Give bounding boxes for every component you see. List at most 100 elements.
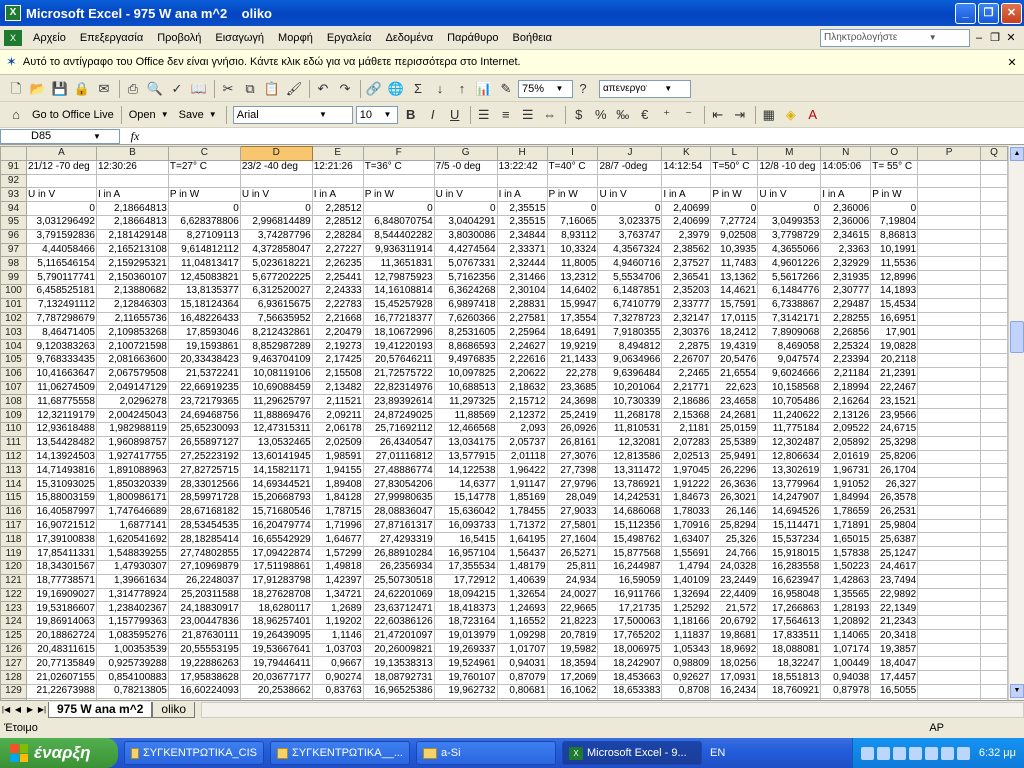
cell[interactable]: 1,64677 xyxy=(311,532,364,548)
cell[interactable]: 24,2681 xyxy=(710,408,759,423)
cell[interactable]: 1,70916 xyxy=(661,518,712,534)
cell[interactable]: 7,16065 xyxy=(546,214,599,230)
cell[interactable]: 16,20479774 xyxy=(239,518,313,534)
cell[interactable] xyxy=(979,256,1008,272)
column-header-m[interactable]: M xyxy=(757,146,822,161)
cell[interactable] xyxy=(917,490,981,506)
cell[interactable] xyxy=(917,173,981,189)
save-button[interactable]: Save ▼ xyxy=(175,105,223,125)
cell[interactable]: 27,82725715 xyxy=(167,463,241,479)
cell[interactable] xyxy=(496,173,548,189)
cell[interactable]: 8,494812 xyxy=(597,339,663,354)
cell[interactable]: 3,0404291 xyxy=(433,214,498,230)
cell[interactable]: 0 xyxy=(870,201,919,216)
cell[interactable]: 0 xyxy=(167,201,241,216)
cell[interactable]: 25,8294 xyxy=(710,518,759,534)
cell[interactable]: 17,72912 xyxy=(433,573,498,589)
cell[interactable]: 2,30104 xyxy=(496,283,548,299)
cell[interactable]: 18,32247 xyxy=(757,656,822,672)
cell[interactable] xyxy=(979,601,1008,617)
column-header-n[interactable]: N xyxy=(820,146,872,161)
cell[interactable]: 24,934 xyxy=(546,573,599,589)
cell[interactable]: U in V xyxy=(25,187,97,203)
cell[interactable]: 2,28512 xyxy=(311,214,364,230)
scroll-thumb[interactable] xyxy=(1010,321,1024,353)
cell[interactable]: 18,006975 xyxy=(597,642,663,658)
name-box[interactable]: D85 ▼ xyxy=(0,128,120,144)
drawing-icon[interactable]: ✎ xyxy=(496,79,516,99)
cell[interactable]: 2,30777 xyxy=(820,283,872,299)
cell[interactable]: 17,09422874 xyxy=(239,546,313,561)
cell[interactable]: 2,05892 xyxy=(820,435,872,451)
cell[interactable]: 15,498762 xyxy=(597,532,663,548)
cell[interactable]: 0 xyxy=(546,201,599,216)
cell[interactable]: 2,26707 xyxy=(661,352,712,368)
cell[interactable] xyxy=(917,587,981,603)
cell[interactable]: 3,0499353 xyxy=(757,214,822,230)
cell[interactable] xyxy=(979,366,1008,382)
cell[interactable]: 15,71680546 xyxy=(239,504,313,520)
globe-icon[interactable]: 🌐 xyxy=(386,79,406,99)
cell[interactable]: 20,2538662 xyxy=(239,684,313,699)
document-icon[interactable]: X xyxy=(4,29,22,46)
cell[interactable]: 6,628378806 xyxy=(167,214,241,230)
cell[interactable]: 9,4976835 xyxy=(433,352,498,368)
cell[interactable]: 24,87249025 xyxy=(362,408,435,423)
cell[interactable]: 2,996814489 xyxy=(239,214,313,230)
cell[interactable]: 5,5534706 xyxy=(597,270,663,285)
cell[interactable]: 11,810531 xyxy=(597,421,663,437)
cell[interactable]: 2,37527 xyxy=(661,256,712,272)
cell[interactable]: 5,5617266 xyxy=(757,270,822,285)
cell[interactable]: I in A xyxy=(820,187,872,203)
cell[interactable]: 13,8135377 xyxy=(167,283,241,299)
cell[interactable] xyxy=(362,173,435,189)
cell[interactable]: 17,39100838 xyxy=(25,532,97,548)
cell[interactable]: 2,181429148 xyxy=(95,228,169,244)
fill-color-icon[interactable]: ◈ xyxy=(781,105,801,125)
cell[interactable]: 13,302619 xyxy=(757,463,822,479)
cell[interactable]: 20,03677177 xyxy=(239,670,313,686)
row-header[interactable]: 97 xyxy=(0,242,27,258)
cell[interactable]: 20,6792 xyxy=(710,615,759,630)
cell[interactable]: 19,0828 xyxy=(870,339,919,354)
cell[interactable]: 28,53454535 xyxy=(167,518,241,534)
cell[interactable]: 1,71372 xyxy=(496,518,548,534)
cell[interactable]: 6,93615675 xyxy=(239,297,313,313)
cell[interactable]: 18,9692 xyxy=(710,642,759,658)
cell[interactable]: 23,00447836 xyxy=(167,615,241,630)
cell[interactable]: 2,20622 xyxy=(496,366,548,382)
cell[interactable]: 2,18686 xyxy=(661,394,712,410)
cell[interactable]: 1,57838 xyxy=(820,546,872,561)
cell[interactable]: 2,01118 xyxy=(496,449,548,465)
row-header[interactable]: 106 xyxy=(0,366,27,382)
cell[interactable]: 1,24693 xyxy=(496,601,548,617)
cell[interactable]: 6,1487851 xyxy=(597,283,663,299)
cell[interactable]: 17,901 xyxy=(870,325,919,341)
cell[interactable]: 0 xyxy=(757,201,822,216)
row-header[interactable]: 98 xyxy=(0,256,27,272)
cell[interactable]: U in V xyxy=(757,187,822,203)
cell[interactable]: 24,6715 xyxy=(870,421,919,437)
cell[interactable]: 13,577915 xyxy=(433,449,498,465)
cell[interactable]: 21,2343 xyxy=(870,615,919,630)
cell[interactable]: 2,17425 xyxy=(311,352,364,368)
cell[interactable]: 2,0296278 xyxy=(95,394,169,410)
cell[interactable]: 18,10672996 xyxy=(362,325,435,341)
cell[interactable]: 17,0115 xyxy=(710,311,759,327)
cell[interactable]: 26,4340547 xyxy=(362,435,435,451)
cell[interactable]: 10,3935 xyxy=(710,242,759,258)
column-header-i[interactable]: I xyxy=(546,146,599,161)
cell[interactable]: 1,57299 xyxy=(311,546,364,561)
cell[interactable]: 11,268178 xyxy=(597,408,663,423)
cell[interactable]: 17,95838628 xyxy=(167,670,241,686)
row-header[interactable]: 124 xyxy=(0,615,27,630)
menu-item-5[interactable]: Εργαλεία xyxy=(320,32,379,44)
cell[interactable]: 25,326 xyxy=(710,532,759,548)
cell[interactable]: 2,02513 xyxy=(661,449,712,465)
cell[interactable]: 5,7162356 xyxy=(433,270,498,285)
permission-icon[interactable]: 🔒 xyxy=(72,79,92,99)
cell[interactable]: 2,22783 xyxy=(311,297,364,313)
cell[interactable]: 19,4319 xyxy=(710,339,759,354)
cell[interactable]: 4,9460716 xyxy=(597,256,663,272)
cell[interactable] xyxy=(979,297,1008,313)
